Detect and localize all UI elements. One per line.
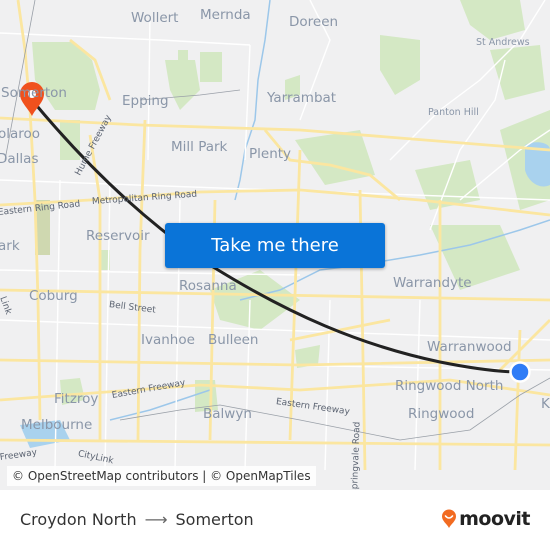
place-label-coolaroo: olaroo bbox=[0, 126, 41, 142]
origin-marker-icon[interactable] bbox=[509, 361, 531, 383]
moovit-pin-icon bbox=[442, 509, 457, 528]
place-label-ringwood: Ringwood bbox=[408, 406, 475, 422]
place-label-somerton: Somerton bbox=[1, 85, 67, 101]
place-label-balwyn: Balwyn bbox=[203, 406, 252, 422]
place-label-bulleen: Bulleen bbox=[208, 332, 259, 348]
place-label-park: ark bbox=[0, 238, 20, 254]
place-label-mill-park: Mill Park bbox=[171, 139, 228, 155]
map-view[interactable]: Wollert Mernda Doreen St Andrews Somerto… bbox=[0, 0, 550, 490]
place-label-warrandyte: Warrandyte bbox=[393, 275, 472, 291]
place-label-dallas: Dallas bbox=[0, 151, 39, 167]
destination-label: Somerton bbox=[175, 510, 254, 529]
arrow-right-icon: ⟶ bbox=[144, 510, 168, 529]
take-me-there-button[interactable]: Take me there bbox=[165, 223, 385, 268]
place-label-reservoir: Reservoir bbox=[86, 228, 150, 244]
place-label-ivanhoe: Ivanhoe bbox=[141, 332, 195, 348]
place-label-doreen: Doreen bbox=[289, 14, 339, 30]
place-label-melbourne: Melbourne bbox=[21, 417, 93, 433]
place-label-fitzroy: Fitzroy bbox=[54, 391, 99, 407]
place-label-mernda: Mernda bbox=[200, 7, 251, 23]
place-label-st-andrews: St Andrews bbox=[476, 37, 530, 48]
moovit-logo[interactable]: moovit bbox=[441, 508, 530, 530]
place-label-plenty: Plenty bbox=[249, 146, 292, 162]
place-label-yarrambat: Yarrambat bbox=[267, 90, 337, 106]
place-label-kilsyth: K bbox=[541, 396, 550, 412]
place-label-ringwood-north: Ringwood North bbox=[395, 378, 504, 394]
origin-label: Croydon North bbox=[20, 510, 137, 529]
place-label-wollert: Wollert bbox=[131, 10, 179, 26]
place-label-rosanna: Rosanna bbox=[179, 278, 237, 294]
route-summary: Croydon North ⟶ Somerton bbox=[20, 510, 254, 529]
place-label-epping: Epping bbox=[122, 93, 169, 109]
moovit-wordmark: moovit bbox=[459, 508, 530, 530]
place-label-panton-hill: Panton Hill bbox=[428, 107, 479, 118]
map-attribution[interactable]: © OpenStreetMap contributors | © OpenMap… bbox=[7, 466, 316, 486]
place-label-coburg: Coburg bbox=[29, 288, 78, 304]
footer: Croydon North ⟶ Somerton moovit bbox=[0, 490, 550, 550]
place-label-warranwood: Warranwood bbox=[427, 339, 512, 355]
